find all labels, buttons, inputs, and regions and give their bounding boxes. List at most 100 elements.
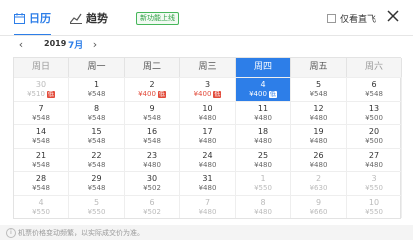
calendar-day-cell[interactable]: 31 ¥480 bbox=[180, 171, 236, 195]
calendar-icon bbox=[14, 12, 25, 24]
calendar-day-cell[interactable]: 10 ¥480 bbox=[180, 100, 236, 124]
day-price: ¥510 低 bbox=[14, 90, 68, 98]
calendar-day-cell[interactable]: 10 ¥550 bbox=[347, 194, 402, 218]
day-number: 18 bbox=[257, 127, 269, 136]
day-price: ¥548 bbox=[14, 161, 68, 169]
price-value: ¥480 bbox=[198, 160, 217, 169]
day-number: 30 bbox=[146, 174, 158, 183]
day-price: ¥550 bbox=[14, 208, 68, 216]
new-feature-badge: 新功能上线 bbox=[136, 12, 179, 25]
day-price: ¥500 bbox=[347, 137, 401, 145]
calendar-day-cell[interactable]: 23 ¥480 bbox=[125, 147, 180, 171]
day-price: ¥480 bbox=[291, 161, 346, 169]
day-number: 25 bbox=[257, 150, 269, 160]
footer: i 机票价格变动频繁，以实际成交价为准。 bbox=[0, 225, 413, 240]
day-number: 28 bbox=[35, 174, 47, 183]
day-number: 14 bbox=[35, 127, 47, 136]
next-month-chevron-icon[interactable]: › bbox=[88, 38, 102, 52]
calendar-day-cell[interactable]: 4 ¥550 bbox=[14, 194, 69, 218]
weekday-header: 周四 bbox=[236, 58, 291, 77]
calendar-day-cell[interactable]: 2 ¥630 bbox=[291, 171, 347, 195]
calendar-day-cell[interactable]: 17 ¥480 bbox=[180, 124, 236, 148]
tab-calendar[interactable]: 日历 bbox=[14, 6, 51, 36]
weekday-header: 周日 bbox=[14, 58, 69, 77]
day-number: 4 bbox=[260, 80, 266, 89]
calendar-day-cell[interactable]: 9 ¥548 bbox=[125, 100, 180, 124]
calendar-day-cell[interactable]: 2 ¥400 低 bbox=[125, 77, 180, 101]
day-number: 6 bbox=[371, 80, 377, 89]
only-direct-checkbox[interactable] bbox=[327, 14, 336, 23]
calendar-day-cell[interactable]: 15 ¥548 bbox=[69, 124, 125, 148]
tab-trend[interactable]: 趋势 bbox=[70, 6, 108, 30]
day-price: ¥480 bbox=[125, 161, 179, 169]
calendar-day-cell[interactable]: 26 ¥480 bbox=[291, 147, 347, 171]
calendar-day-cell[interactable]: 18 ¥480 bbox=[236, 124, 291, 148]
calendar-day-cell[interactable]: 30 ¥510 低 bbox=[14, 77, 69, 101]
calendar-day-cell[interactable]: 13 ¥500 bbox=[347, 100, 402, 124]
day-price: ¥400 低 bbox=[236, 90, 290, 98]
price-value: ¥480 bbox=[198, 207, 217, 216]
weekday-header: 周六 bbox=[347, 58, 402, 77]
day-price: ¥400 低 bbox=[180, 90, 235, 98]
calendar-day-cell[interactable]: 1 ¥550 bbox=[236, 171, 291, 195]
day-price: ¥480 bbox=[180, 161, 235, 169]
calendar-day-cell[interactable]: 21 ¥548 bbox=[14, 147, 69, 171]
calendar-day-cell[interactable]: 30 ¥502 bbox=[125, 171, 180, 195]
calendar-day-cell[interactable]: 4 ¥400 低 bbox=[236, 77, 291, 101]
calendar-day-cell[interactable]: 6 ¥548 bbox=[347, 77, 402, 101]
day-number: 15 bbox=[91, 127, 102, 136]
price-value: ¥548 bbox=[87, 90, 106, 98]
calendar-day-cell[interactable]: 7 ¥548 bbox=[14, 100, 69, 124]
price-value: ¥480 bbox=[198, 137, 217, 145]
close-icon[interactable] bbox=[386, 9, 400, 23]
calendar-day-cell[interactable]: 8 ¥480 bbox=[236, 194, 291, 218]
price-value: ¥480 bbox=[254, 137, 272, 145]
calendar-day-cell[interactable]: 9 ¥660 bbox=[291, 194, 347, 218]
calendar-day-cell[interactable]: 25 ¥480 bbox=[236, 147, 291, 171]
calendar-day-cell[interactable]: 22 ¥548 bbox=[69, 147, 125, 171]
day-number: 16 bbox=[146, 127, 158, 136]
day-price: ¥660 bbox=[291, 208, 346, 216]
price-value: ¥480 bbox=[198, 184, 217, 192]
calendar-day-cell[interactable]: 19 ¥480 bbox=[291, 124, 347, 148]
day-price: ¥548 bbox=[347, 90, 401, 98]
calendar-day-cell[interactable]: 14 ¥548 bbox=[14, 124, 69, 148]
calendar-day-cell[interactable]: 16 ¥548 bbox=[125, 124, 180, 148]
day-price: ¥480 bbox=[236, 161, 290, 169]
day-number: 27 bbox=[368, 150, 380, 160]
calendar-day-cell[interactable]: 28 ¥548 bbox=[14, 171, 69, 195]
calendar-day-cell[interactable]: 11 ¥480 bbox=[236, 100, 291, 124]
calendar-day-cell[interactable]: 12 ¥480 bbox=[291, 100, 347, 124]
footer-note: 机票价格变动频繁，以实际成交价为准。 bbox=[18, 229, 144, 237]
calendar-day-cell[interactable]: 8 ¥548 bbox=[69, 100, 125, 124]
day-price: ¥548 bbox=[14, 137, 68, 145]
calendar-day-cell[interactable]: 1 ¥548 bbox=[69, 77, 125, 101]
day-price: ¥502 bbox=[125, 184, 179, 192]
calendar-day-cell[interactable]: 7 ¥480 bbox=[180, 194, 236, 218]
calendar-day-cell[interactable]: 29 ¥548 bbox=[69, 171, 125, 195]
price-value: ¥548 bbox=[365, 90, 383, 98]
only-direct-toggle[interactable]: 仅看直飞 bbox=[327, 12, 376, 25]
prev-month-chevron-icon[interactable]: ‹ bbox=[14, 38, 28, 52]
calendar-day-cell[interactable]: 3 ¥400 低 bbox=[180, 77, 236, 101]
day-number: 22 bbox=[91, 150, 102, 160]
month-label[interactable]: 7月 bbox=[68, 38, 83, 51]
day-price: ¥548 bbox=[69, 137, 124, 145]
calendar-day-cell[interactable]: 6 ¥502 bbox=[125, 194, 180, 218]
day-price: ¥550 bbox=[69, 208, 124, 216]
day-number: 9 bbox=[315, 197, 322, 207]
calendar-day-cell[interactable]: 27 ¥480 bbox=[347, 147, 402, 171]
day-number: 29 bbox=[91, 174, 102, 183]
calendar-day-cell[interactable]: 5 ¥550 bbox=[69, 194, 125, 218]
day-number: 24 bbox=[202, 150, 213, 160]
calendar-day-cell[interactable]: 20 ¥500 bbox=[347, 124, 402, 148]
price-value: ¥480 bbox=[309, 113, 328, 122]
weekday-header: 周三 bbox=[180, 58, 236, 77]
calendar-day-cell[interactable]: 24 ¥480 bbox=[180, 147, 236, 171]
calendar-day-cell[interactable]: 5 ¥548 bbox=[291, 77, 347, 101]
price-value: ¥548 bbox=[143, 113, 161, 122]
day-price: ¥548 bbox=[69, 161, 124, 169]
calendar-day-cell[interactable]: 3 ¥550 bbox=[347, 171, 402, 195]
price-value: ¥480 bbox=[309, 160, 328, 169]
price-value: ¥500 bbox=[365, 137, 383, 145]
